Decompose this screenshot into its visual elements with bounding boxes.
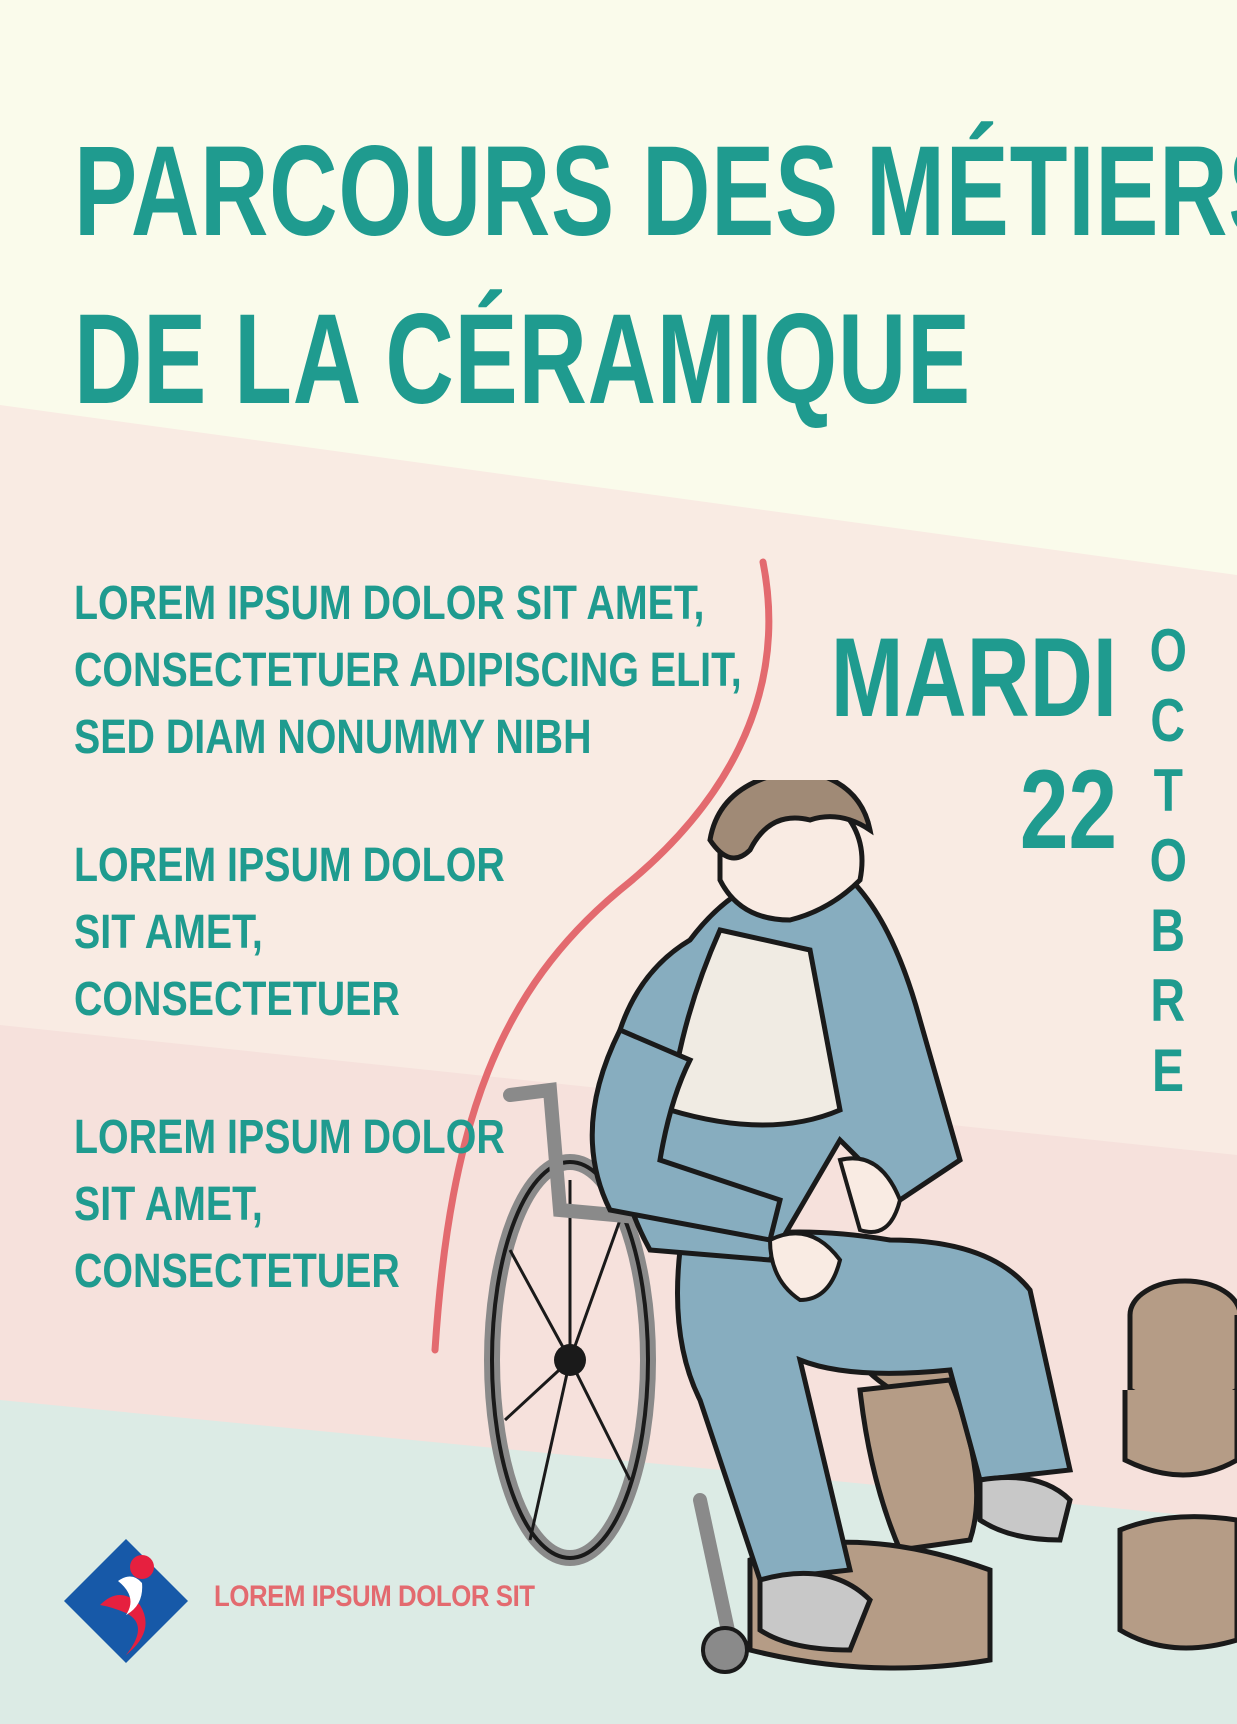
text-line: LOREM IPSUM DOLOR bbox=[74, 839, 505, 892]
text-line: LOREM IPSUM DOLOR bbox=[74, 1111, 505, 1164]
organization-logo-icon bbox=[64, 1539, 188, 1663]
title-line-1: PARCOURS DES MÉTIERS bbox=[74, 120, 1237, 263]
text-line: SIT AMET, bbox=[74, 906, 263, 959]
potter-in-wheelchair-illustration bbox=[484, 780, 1237, 1674]
text-line: SED DIAM NONUMMY NIBH bbox=[74, 711, 592, 764]
text-block-1: LOREM IPSUM DOLOR SIT AMET, CONSECTETUER… bbox=[74, 570, 742, 771]
text-line: CONSECTETUER bbox=[74, 973, 400, 1026]
day-name: MARDI bbox=[830, 615, 1117, 740]
text-line: SIT AMET, bbox=[74, 1178, 263, 1231]
text-line: CONSECTETUER ADIPISCING ELIT, bbox=[74, 644, 742, 697]
month-letter: O bbox=[1149, 617, 1187, 684]
text-line: LOREM IPSUM DOLOR SIT AMET, bbox=[74, 577, 705, 630]
text-line: CONSECTETUER bbox=[74, 1245, 400, 1298]
month-letter: C bbox=[1150, 687, 1186, 754]
title-line-2: DE LA CÉRAMIQUE bbox=[74, 288, 971, 431]
footer-text: LOREM IPSUM DOLOR SIT bbox=[214, 1580, 535, 1613]
text-block-2: LOREM IPSUM DOLOR SIT AMET, CONSECTETUER bbox=[74, 832, 505, 1033]
page-title: PARCOURS DES MÉTIERS DE LA CÉRAMIQUE bbox=[74, 108, 1237, 444]
text-block-3: LOREM IPSUM DOLOR SIT AMET, CONSECTETUER bbox=[74, 1104, 505, 1305]
